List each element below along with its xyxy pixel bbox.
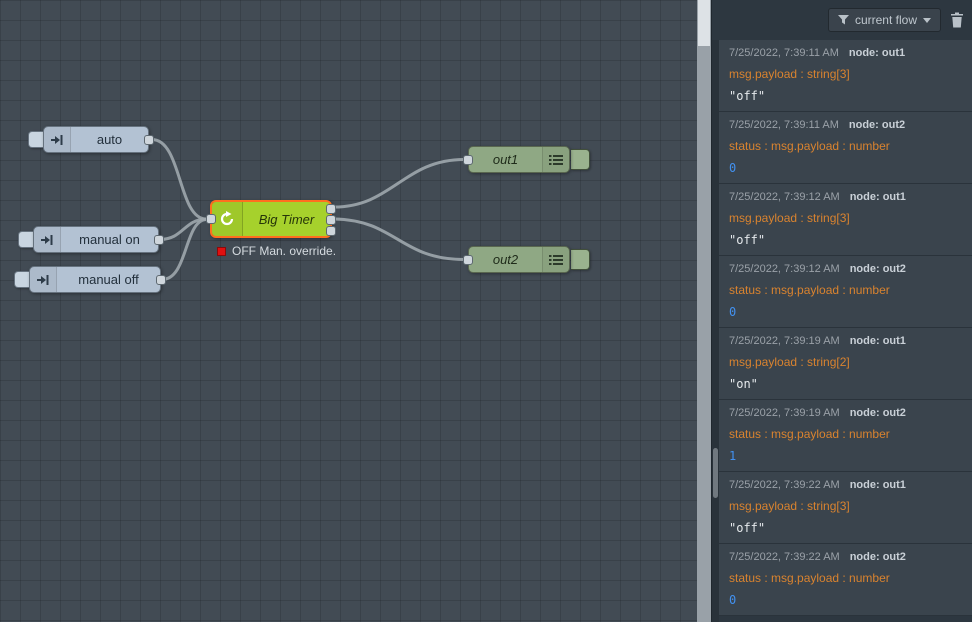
msg-value: "on" bbox=[729, 377, 962, 391]
sidebar-scrollbar[interactable] bbox=[712, 40, 719, 622]
msg-value: "off" bbox=[729, 521, 962, 535]
msg-value: 1 bbox=[729, 449, 962, 463]
node-debug-out2[interactable]: out2 bbox=[468, 246, 590, 273]
output-port-2[interactable] bbox=[326, 215, 336, 225]
msg-node: node: out2 bbox=[850, 407, 906, 419]
debug-filter-button[interactable]: current flow bbox=[828, 8, 941, 32]
msg-timestamp: 7/25/2022, 7:39:11 AM bbox=[729, 47, 839, 59]
status-red-icon bbox=[217, 247, 226, 256]
msg-node: node: out2 bbox=[849, 119, 905, 131]
msg-property[interactable]: msg.payload : string[3] bbox=[729, 67, 962, 81]
msg-node: node: out1 bbox=[850, 191, 906, 203]
wire-layer bbox=[0, 0, 697, 622]
input-port[interactable] bbox=[463, 255, 473, 265]
timer-icon bbox=[212, 202, 243, 236]
msg-timestamp: 7/25/2022, 7:39:12 AM bbox=[729, 191, 840, 203]
msg-timestamp: 7/25/2022, 7:39:11 AM bbox=[729, 119, 839, 131]
output-port[interactable] bbox=[144, 135, 154, 145]
msg-node: node: out1 bbox=[849, 47, 905, 59]
msg-property[interactable]: status : msg.payload : number bbox=[729, 427, 962, 441]
node-label: auto bbox=[71, 132, 148, 147]
canvas-vertical-scrollbar[interactable] bbox=[697, 0, 711, 622]
msg-node: node: out1 bbox=[850, 479, 906, 491]
msg-value: "off" bbox=[729, 89, 962, 103]
msg-property[interactable]: msg.payload : string[3] bbox=[729, 499, 962, 513]
debug-message[interactable]: 7/25/2022, 7:39:22 AM node: out1 msg.payl… bbox=[719, 472, 972, 544]
msg-property[interactable]: status : msg.payload : number bbox=[729, 571, 962, 585]
wire-auto-bigtimer[interactable] bbox=[152, 140, 206, 220]
debug-sidebar: current flow 7/25/2022, 7:39:11 AM node: … bbox=[711, 0, 972, 622]
flow-canvas[interactable]: auto manual on bbox=[0, 0, 697, 622]
node-inject-manual-off[interactable]: manual off bbox=[14, 266, 161, 293]
node-inject-manual-on[interactable]: manual on bbox=[18, 226, 159, 253]
inject-icon bbox=[34, 227, 61, 252]
msg-value: 0 bbox=[729, 593, 962, 607]
debug-message[interactable]: 7/25/2022, 7:39:19 AM node: out2 status :… bbox=[719, 400, 972, 472]
filter-funnel-icon bbox=[838, 15, 849, 25]
inject-trigger-button[interactable] bbox=[28, 131, 43, 148]
msg-property[interactable]: msg.payload : string[2] bbox=[729, 355, 962, 369]
msg-node: node: out2 bbox=[850, 263, 906, 275]
input-port[interactable] bbox=[463, 155, 473, 165]
debug-message[interactable]: 7/25/2022, 7:39:11 AM node: out2 status :… bbox=[719, 112, 972, 184]
inject-icon bbox=[44, 127, 71, 152]
clear-debug-button[interactable] bbox=[950, 12, 964, 28]
output-port[interactable] bbox=[156, 275, 166, 285]
msg-timestamp: 7/25/2022, 7:39:19 AM bbox=[729, 407, 840, 419]
output-port-1[interactable] bbox=[326, 204, 336, 214]
inject-trigger-button[interactable] bbox=[18, 231, 33, 248]
node-label: manual off bbox=[57, 272, 160, 287]
msg-timestamp: 7/25/2022, 7:39:22 AM bbox=[729, 479, 840, 491]
node-status: OFF Man. override. bbox=[217, 244, 336, 258]
scrollbar-thumb[interactable] bbox=[713, 448, 718, 498]
debug-message[interactable]: 7/25/2022, 7:39:19 AM node: out1 msg.payl… bbox=[719, 328, 972, 400]
debug-toggle-button[interactable] bbox=[571, 249, 590, 270]
msg-timestamp: 7/25/2022, 7:39:19 AM bbox=[729, 335, 840, 347]
input-port[interactable] bbox=[206, 214, 216, 224]
msg-property[interactable]: status : msg.payload : number bbox=[729, 283, 962, 297]
debug-message[interactable]: 7/25/2022, 7:39:12 AM node: out2 status :… bbox=[719, 256, 972, 328]
msg-timestamp: 7/25/2022, 7:39:12 AM bbox=[729, 263, 840, 275]
debug-list-icon bbox=[542, 247, 569, 272]
debug-message[interactable]: 7/25/2022, 7:39:22 AM node: out2 status :… bbox=[719, 544, 972, 616]
debug-list-icon bbox=[542, 147, 569, 172]
output-port[interactable] bbox=[154, 235, 164, 245]
node-label: out2 bbox=[469, 252, 542, 267]
msg-timestamp: 7/25/2022, 7:39:22 AM bbox=[729, 551, 840, 563]
node-label: manual on bbox=[61, 232, 158, 247]
debug-message[interactable]: 7/25/2022, 7:39:11 AM node: out1 msg.payl… bbox=[719, 40, 972, 112]
msg-property[interactable]: msg.payload : string[3] bbox=[729, 211, 962, 225]
msg-node: node: out2 bbox=[850, 551, 906, 563]
filter-label: current flow bbox=[855, 13, 917, 27]
node-red-app: auto manual on bbox=[0, 0, 972, 622]
node-debug-out1[interactable]: out1 bbox=[468, 146, 590, 173]
scrollbar-thumb[interactable] bbox=[698, 0, 710, 46]
inject-trigger-button[interactable] bbox=[14, 271, 29, 288]
chevron-down-icon bbox=[923, 18, 931, 23]
node-label: out1 bbox=[469, 152, 542, 167]
node-inject-auto[interactable]: auto bbox=[28, 126, 149, 153]
msg-property[interactable]: status : msg.payload : number bbox=[729, 139, 962, 153]
debug-message-list: 7/25/2022, 7:39:11 AM node: out1 msg.payl… bbox=[719, 40, 972, 622]
msg-value: "off" bbox=[729, 233, 962, 247]
debug-toggle-button[interactable] bbox=[571, 149, 590, 170]
inject-icon bbox=[30, 267, 57, 292]
msg-value: 0 bbox=[729, 161, 962, 175]
output-port-3[interactable] bbox=[326, 226, 336, 236]
node-label: Big Timer bbox=[243, 212, 330, 227]
node-big-timer[interactable]: Big Timer bbox=[210, 200, 332, 238]
msg-node: node: out1 bbox=[850, 335, 906, 347]
status-text: OFF Man. override. bbox=[232, 244, 336, 258]
debug-sidebar-header: current flow bbox=[712, 0, 972, 41]
wire-bigtimer-out2[interactable] bbox=[334, 219, 464, 260]
wire-bigtimer-out1[interactable] bbox=[334, 160, 464, 208]
msg-value: 0 bbox=[729, 305, 962, 319]
debug-message[interactable]: 7/25/2022, 7:39:12 AM node: out1 msg.payl… bbox=[719, 184, 972, 256]
trash-icon bbox=[950, 12, 964, 28]
